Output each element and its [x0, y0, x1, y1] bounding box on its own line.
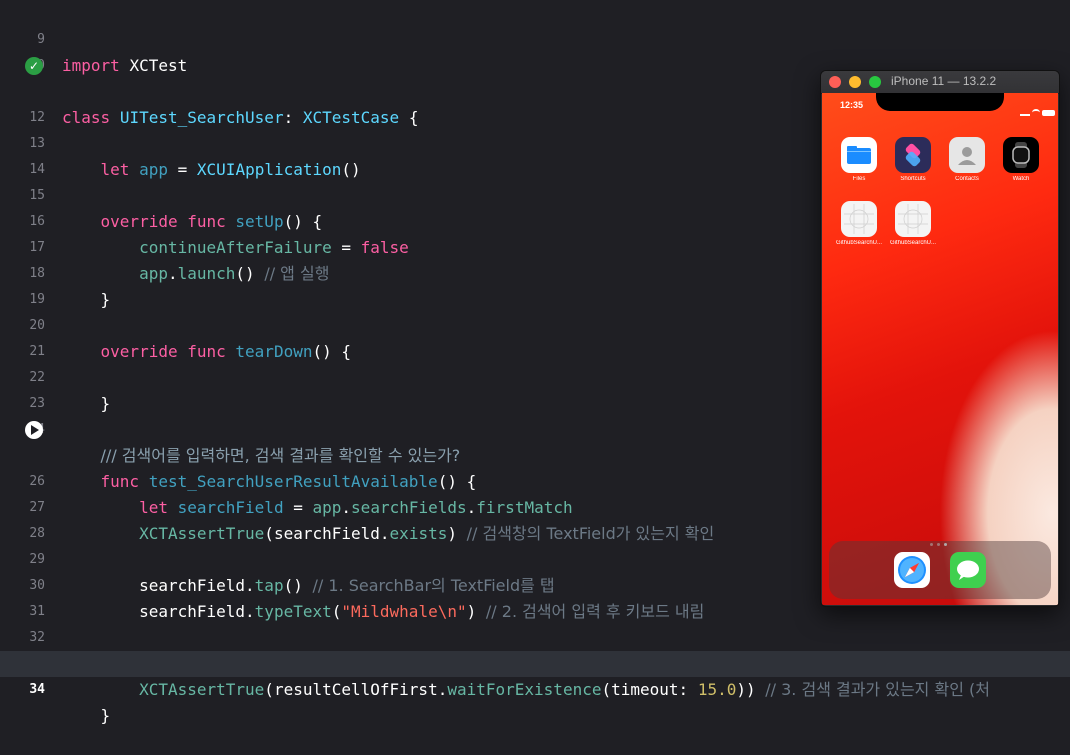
- test-passed-icon[interactable]: ✓: [25, 57, 43, 75]
- simulator-window[interactable]: iPhone 11 — 13.2.2 12:35 Files Shortcuts…: [820, 70, 1060, 607]
- wifi-icon: [1032, 109, 1040, 116]
- method: waitForExistence: [447, 680, 602, 699]
- code-line[interactable]: 10: [0, 27, 1070, 73]
- comment: // 3. 검색 결과가 있는지 확인 (처: [765, 680, 990, 699]
- zoom-window-button[interactable]: [869, 76, 881, 88]
- iphone-home-screen[interactable]: 12:35 Files Shortcuts Contacts Watch Git…: [822, 93, 1058, 605]
- app-label: Contacts: [955, 176, 979, 182]
- messages-icon[interactable]: [950, 552, 986, 588]
- close-window-button[interactable]: [829, 76, 841, 88]
- contacts-icon: [949, 137, 985, 173]
- app-contacts[interactable]: Contacts: [942, 137, 992, 182]
- app-label: Files: [852, 176, 866, 182]
- app-label: GithubSearchU...: [889, 240, 937, 246]
- app-label: GithubSearchU...: [835, 240, 883, 246]
- app-watch[interactable]: Watch: [996, 137, 1046, 182]
- files-icon: [841, 137, 877, 173]
- status-time: 12:35: [840, 100, 864, 110]
- battery-icon: [1042, 110, 1055, 116]
- identifier: resultCellOfFirst: [273, 680, 438, 699]
- paren: (: [264, 680, 274, 699]
- app-label: Watch: [1012, 176, 1030, 182]
- status-icons: [1020, 101, 1055, 120]
- app-files[interactable]: Files: [834, 137, 884, 182]
- shortcuts-icon: [895, 137, 931, 173]
- app-shortcuts[interactable]: Shortcuts: [888, 137, 938, 182]
- dock: [829, 541, 1051, 599]
- brace: }: [100, 706, 111, 725]
- simulator-title: iPhone 11 — 13.2.2: [891, 74, 997, 88]
- function-call: XCTAssertTrue: [139, 680, 265, 699]
- run-test-icon[interactable]: [25, 421, 43, 439]
- line-number: 34: [29, 682, 45, 697]
- signal-icon: [1020, 108, 1030, 116]
- paren: )): [736, 680, 756, 699]
- app-label: Shortcuts: [900, 176, 926, 182]
- minimize-window-button[interactable]: [849, 76, 861, 88]
- code-line[interactable]: 33 XCTAssertTrue(resultCellOfFirst.waitF…: [0, 625, 1070, 699]
- watch-icon: [1003, 137, 1039, 173]
- app-github-search[interactable]: GithubSearchU...: [888, 201, 938, 246]
- number-literal: 15.0: [697, 680, 737, 699]
- code-line-current[interactable]: 34 }: [0, 651, 1070, 725]
- safari-icon[interactable]: [894, 552, 930, 588]
- app-github-search[interactable]: GithubSearchU...: [834, 201, 884, 246]
- code-line[interactable]: 9 import XCTest: [0, 1, 1070, 75]
- notch: [876, 93, 1004, 111]
- argument-label: (timeout:: [601, 680, 689, 699]
- github-search-icon: [841, 201, 877, 237]
- simulator-title-bar[interactable]: iPhone 11 — 13.2.2: [821, 71, 1059, 94]
- github-search-icon: [895, 201, 931, 237]
